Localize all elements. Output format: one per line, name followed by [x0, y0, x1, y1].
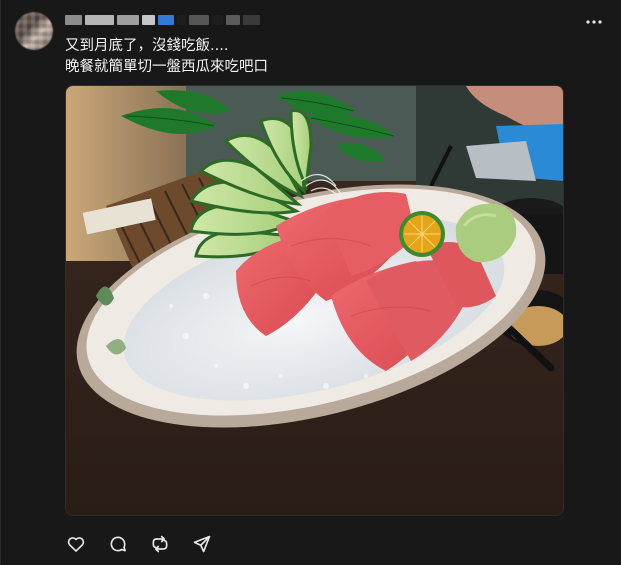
comment-icon [110, 536, 126, 552]
post-image-sashimi[interactable] [65, 85, 564, 516]
repost-button[interactable] [149, 533, 171, 555]
caption-line-1: 又到月底了，沒錢吃飯.... [65, 38, 229, 54]
username-redacted[interactable] [65, 14, 260, 26]
avatar[interactable] [15, 12, 53, 50]
caption-line-2: 晚餐就簡單切一盤西瓜來吃吧口 [65, 59, 268, 75]
send-icon [193, 535, 211, 553]
heart-icon [67, 537, 85, 552]
repost-icon [152, 535, 168, 553]
reply-button[interactable] [107, 533, 129, 555]
more-options-button[interactable] [584, 12, 604, 32]
post-caption: 又到月底了，沒錢吃飯.... 晚餐就簡單切一盤西瓜來吃吧口 [65, 36, 585, 78]
post-actions [65, 533, 213, 555]
like-button[interactable] [65, 533, 87, 555]
more-horizontal-icon [586, 20, 602, 24]
thread-post: 又到月底了，沒錢吃飯.... 晚餐就簡單切一盤西瓜來吃吧口 [0, 0, 621, 565]
share-button[interactable] [191, 533, 213, 555]
